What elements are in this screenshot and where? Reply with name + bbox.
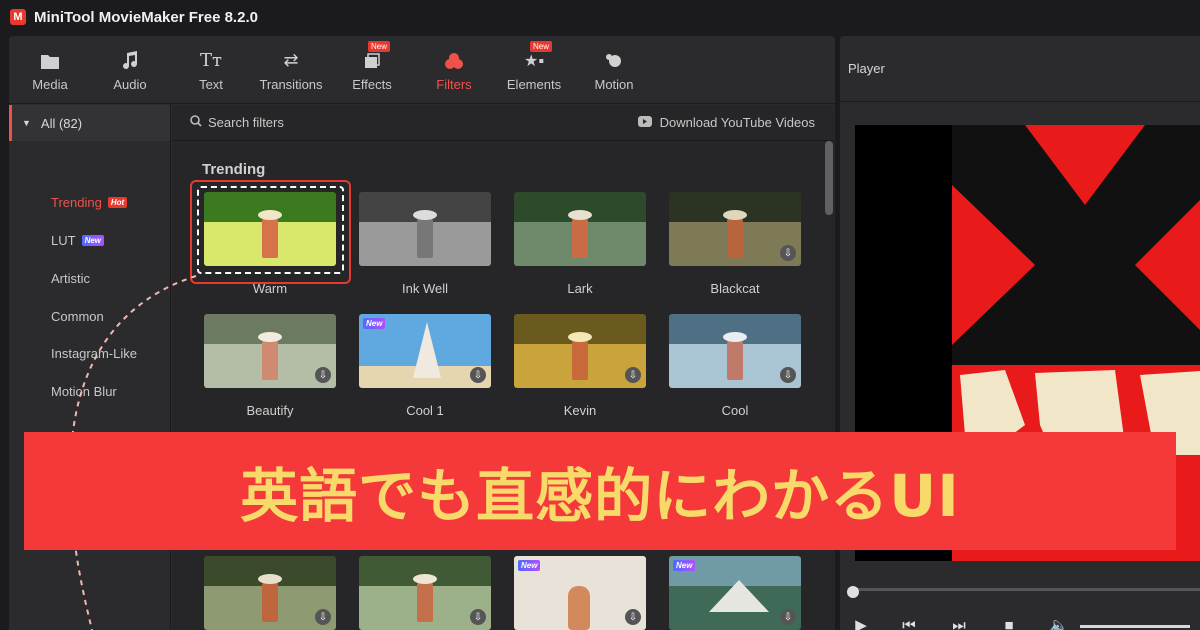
sidebar-item-label: Artistic [51,271,90,286]
caret-down-icon: ▼ [22,118,31,128]
tab-effects[interactable]: New Effects [347,36,397,104]
filter-label-beautify: Beautify [246,403,294,418]
category-all[interactable]: ▼ All (82) [9,105,170,141]
caption-banner-text: 英語でも直感的にわかるUI [240,462,960,530]
category-all-label: All (82) [40,115,83,131]
download-icon[interactable]: ⇩ [315,367,331,383]
filter-thumb-cool[interactable]: ⇩ [669,314,801,388]
filter-thumb-row3-4[interactable]: New ⇩ [669,556,801,630]
media-toolbar: Media Audio Tт Text ⇄ Transitions New Ef… [9,36,835,104]
filters-icon [442,49,466,73]
download-icon[interactable]: ⇩ [315,609,331,625]
motion-icon [602,49,626,73]
play-icon[interactable]: ▶ [852,616,870,630]
filter-thumb-cool-1[interactable]: New ⇩ [359,314,491,388]
swap-arrows-icon: ⇄ [283,50,299,70]
app-logo-icon: M [10,9,26,25]
search-placeholder: Search filters [208,115,284,130]
sidebar-item-common[interactable]: Common [51,309,104,324]
sidebar-item-artistic[interactable]: Artistic [51,271,90,286]
filter-thumb-kevin[interactable]: ⇩ [514,314,646,388]
elements-icon: ★▪ New [522,40,553,73]
tab-elements[interactable]: ★▪ New Elements [503,36,565,104]
filter-thumb-row3-1[interactable]: ⇩ [204,556,336,630]
elements-new-tag: New [530,40,553,52]
filter-thumb-ink-well[interactable] [359,192,491,266]
tab-transitions-label: Transitions [259,76,323,92]
filter-label-ink-well: Ink Well [402,281,448,296]
sidebar-item-trending[interactable]: Trending Hot [51,195,128,210]
download-icon[interactable]: ⇩ [780,367,796,383]
title-bar: M MiniTool MovieMaker Free 8.2.0 [0,0,1200,34]
sidebar-item-motion-blur[interactable]: Motion Blur [51,384,117,399]
hot-badge: Hot [107,197,128,208]
sidebar-item-label: LUT [51,233,76,248]
youtube-icon [637,115,652,130]
app-title: MiniTool MovieMaker Free 8.2.0 [34,8,258,26]
selected-filter-dashed-outline [197,186,344,274]
download-icon[interactable]: ⇩ [780,609,796,625]
effects-new-tag: New [368,40,391,52]
sidebar-item-label: Common [51,309,104,324]
stop-icon[interactable]: ■ [1000,616,1018,630]
new-badge: New [363,318,386,329]
playback-timeline[interactable] [850,588,1200,591]
filter-thumb-row3-3[interactable]: New ⇩ [514,556,646,630]
download-icon[interactable]: ⇩ [470,367,486,383]
download-icon[interactable]: ⇩ [625,609,641,625]
filter-label-kevin: Kevin [563,403,597,418]
text-icon: Tт [200,50,222,71]
filter-thumb-beautify[interactable]: ⇩ [204,314,336,388]
tab-audio[interactable]: Audio [105,36,155,104]
player-title: Player [840,36,1200,102]
tab-media[interactable]: Media [25,36,75,104]
tab-elements-label: Elements [506,76,562,92]
tab-effects-label: Effects [352,76,392,92]
folder-icon [38,49,62,73]
tab-filters-label: Filters [436,76,472,92]
tab-text[interactable]: Tт Text [186,36,236,104]
tab-filters[interactable]: Filters [429,36,479,104]
filter-thumb-lark[interactable] [514,192,646,266]
new-badge: New [673,560,696,571]
tab-audio-label: Audio [113,76,147,92]
tab-text-label: Text [199,76,223,92]
new-badge: New [81,235,105,246]
download-youtube-label: Download YouTube Videos [659,115,815,130]
download-icon[interactable]: ⇩ [470,609,486,625]
sidebar-item-lut[interactable]: LUT New [51,233,105,248]
download-icon[interactable]: ⇩ [780,245,796,261]
volume-icon[interactable]: 🔈 [1050,616,1069,630]
filter-label-cool: Cool [721,403,749,418]
tab-motion[interactable]: Motion [589,36,639,104]
next-frame-icon[interactable]: ⏭ [950,616,968,630]
sidebar-item-label: Instagram-Like [51,346,137,361]
filter-thumb-row3-2[interactable]: ⇩ [359,556,491,630]
playhead-handle[interactable] [847,586,859,598]
filter-category-sidebar: ▼ All (82) Trending Hot LUT New Artistic… [9,105,171,630]
filter-label-lark: Lark [567,281,593,296]
volume-slider[interactable] [1080,625,1190,628]
filter-thumb-blackcat[interactable]: ⇩ [669,192,801,266]
download-icon[interactable]: ⇩ [625,367,641,383]
sidebar-item-label: Trending [51,195,102,210]
filter-label-blackcat: Blackcat [710,281,760,296]
scrollbar[interactable] [825,141,833,215]
filter-label-cool-1: Cool 1 [406,403,444,418]
tab-transitions[interactable]: ⇄ Transitions [255,36,327,104]
music-note-icon [118,49,142,73]
effects-icon: New [360,40,391,73]
sidebar-item-label: Motion Blur [51,384,117,399]
previous-frame-icon[interactable]: ⏮ [900,616,918,630]
tab-media-label: Media [32,76,68,92]
search-bar: Search filters Download YouTube Videos [172,105,835,141]
tab-motion-label: Motion [594,76,634,92]
search-icon [190,115,202,130]
search-input[interactable]: Search filters [190,115,284,130]
caption-banner: 英語でも直感的にわかるUI [24,432,1176,550]
download-youtube-button[interactable]: Download YouTube Videos [637,115,815,130]
section-title: Trending [202,161,266,178]
new-badge: New [518,560,541,571]
sidebar-item-instagram-like[interactable]: Instagram-Like [51,346,137,361]
